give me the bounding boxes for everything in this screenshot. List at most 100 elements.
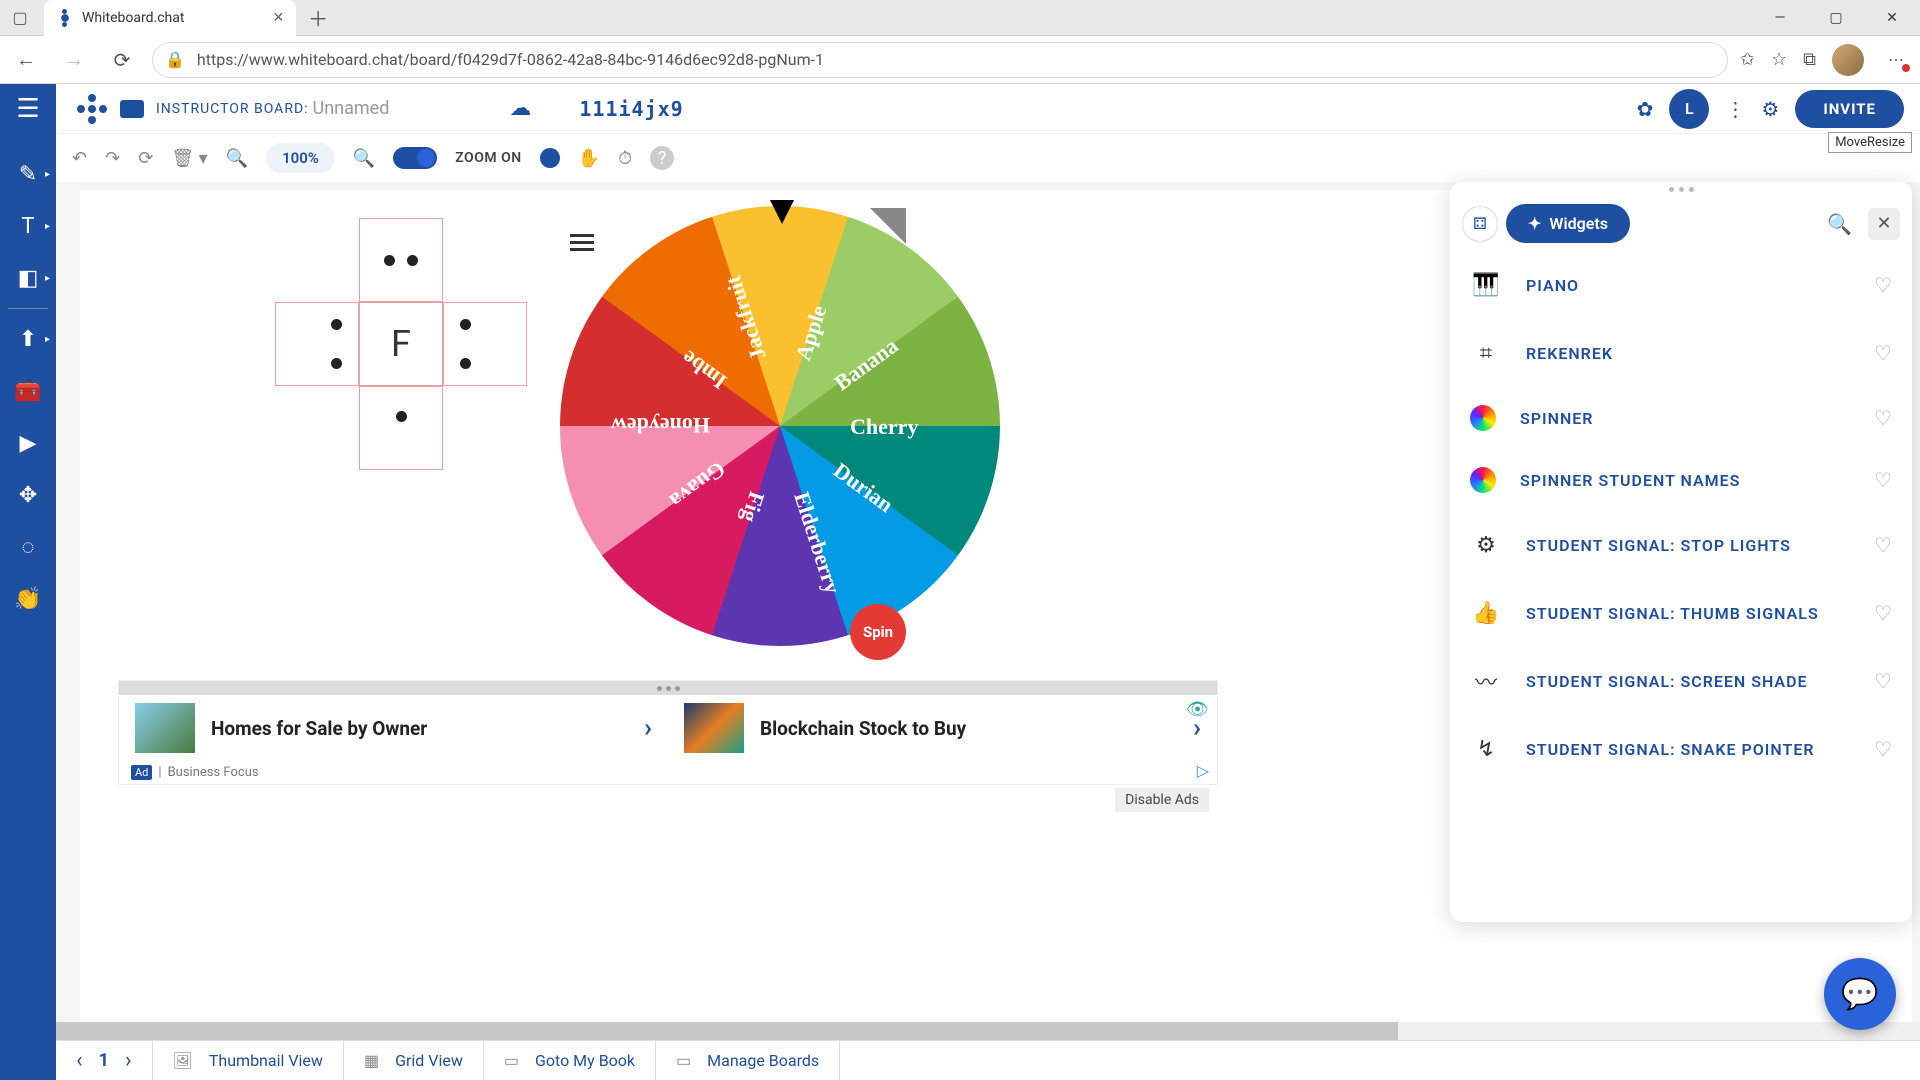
favorite-icon[interactable]: ♡	[1874, 737, 1892, 761]
close-window-icon[interactable]: ✕	[1864, 0, 1920, 36]
widget-item[interactable]: ↯STUDENT SIGNAL: SNAKE POINTER♡	[1450, 715, 1912, 783]
prev-page-icon[interactable]: ‹	[76, 1048, 83, 1073]
pan-hand-icon[interactable]: ✋	[578, 148, 600, 169]
new-tab-button[interactable]: ＋	[308, 3, 328, 32]
favorite-icon[interactable]: ♡	[1874, 468, 1892, 492]
refresh-icon[interactable]: ⟳	[138, 148, 153, 169]
reload-button[interactable]: ⟳	[104, 42, 140, 78]
pen-tool-icon[interactable]: ✎	[4, 150, 52, 198]
zoom-toggle[interactable]	[393, 147, 437, 169]
ad-title: Blockchain Stock to Buy	[760, 717, 966, 740]
chat-fab-icon[interactable]: 💬	[1824, 958, 1896, 1030]
browser-menu-icon[interactable]: ⋯	[1880, 44, 1912, 76]
lasso-icon[interactable]: ◌	[4, 523, 52, 571]
goto-book-button[interactable]: ▭Goto My Book	[484, 1041, 656, 1080]
text-tool-icon[interactable]: T	[4, 202, 52, 250]
thumbnail-view-button[interactable]: 🖼Thumbnail View	[153, 1041, 344, 1080]
collections-icon[interactable]: ⧉	[1803, 49, 1816, 70]
color-picker-icon[interactable]	[540, 148, 560, 168]
help-icon[interactable]: ?	[650, 146, 674, 170]
favorite-icon[interactable]: ♡	[1874, 406, 1892, 430]
undo-icon[interactable]: ↶	[72, 148, 87, 169]
minimize-icon[interactable]: —	[1752, 0, 1808, 36]
favorites-icon[interactable]: ☆	[1771, 49, 1787, 70]
user-avatar[interactable]: L	[1669, 89, 1709, 129]
board-name[interactable]: Unnamed	[313, 98, 390, 119]
widget-item[interactable]: SPINNER STUDENT NAMES♡	[1450, 449, 1912, 511]
panel-drag-handle-icon[interactable]	[1450, 182, 1912, 196]
cloud-save-icon[interactable]: ☁	[509, 96, 531, 121]
tab-close-icon[interactable]: ✕	[272, 10, 284, 26]
zoom-percent[interactable]: 100%	[266, 143, 335, 173]
disable-ads-button[interactable]: Disable Ads	[1115, 788, 1209, 812]
piano-icon: 🎹	[1470, 269, 1502, 301]
widget-label: STUDENT SIGNAL: THUMB SIGNALS	[1526, 604, 1819, 623]
favorite-icon[interactable]: ♡	[1874, 273, 1892, 297]
play-icon[interactable]: ▶	[4, 419, 52, 467]
favorite-icon[interactable]: ♡	[1874, 601, 1892, 625]
gadgets-tab-icon[interactable]: ⚃	[1462, 206, 1498, 242]
next-page-icon[interactable]: ›	[125, 1048, 132, 1073]
chevron-right-icon: ›	[1193, 713, 1201, 743]
back-button[interactable]: ←	[8, 42, 44, 78]
whiteboard-icon[interactable]	[120, 100, 144, 118]
profile-avatar[interactable]	[1832, 44, 1864, 76]
spin-button[interactable]: Spin	[850, 604, 906, 660]
upload-icon[interactable]: ⬆	[4, 315, 52, 363]
zoom-in-icon[interactable]: 🔍	[353, 148, 375, 169]
search-icon[interactable]: 🔍	[1827, 212, 1852, 236]
close-panel-icon[interactable]: ✕	[1868, 208, 1900, 240]
resize-handle-icon[interactable]	[870, 208, 906, 244]
spinner-wheel[interactable]: AppleBananaCherryDurianElderberryFigGuav…	[560, 206, 1000, 646]
move-resize-button[interactable]: MoveResize	[1828, 132, 1912, 153]
kebab-menu-icon[interactable]: ⋮	[1725, 97, 1745, 121]
boards-icon: ▭	[676, 1051, 691, 1070]
spinner-slice-label: Fig	[736, 488, 770, 525]
manage-boards-button[interactable]: ▭Manage Boards	[656, 1041, 840, 1080]
toolbox-icon[interactable]: 🧰	[4, 367, 52, 415]
gear-icon[interactable]: ⚙	[1761, 97, 1779, 121]
trash-icon[interactable]: 🗑 ▾	[171, 148, 207, 169]
widget-label: STUDENT SIGNAL: SCREEN SHADE	[1526, 672, 1808, 691]
horizontal-scrollbar[interactable]	[56, 1022, 1920, 1040]
spinner-menu-icon[interactable]	[570, 234, 594, 251]
widgets-panel: ⚃ ✦ Widgets 🔍 ✕ 🎹PIANO♡⌗REKENREK♡SPINNER…	[1450, 182, 1912, 922]
eraser-tool-icon[interactable]: ◧	[4, 254, 52, 302]
star-plus-icon[interactable]: ✩	[1740, 49, 1755, 70]
zoom-out-icon[interactable]: 🔍	[226, 148, 248, 169]
ad-card-1[interactable]: Homes for Sale by Owner ›	[119, 695, 668, 761]
widget-item[interactable]: 🎹PIANO♡	[1450, 251, 1912, 319]
timer-icon[interactable]: ⏱	[618, 148, 632, 169]
browser-tab[interactable]: Whiteboard.chat ✕	[44, 0, 296, 36]
ad-card-2[interactable]: Blockchain Stock to Buy ›	[668, 695, 1217, 761]
widget-item[interactable]: 👍STUDENT SIGNAL: THUMB SIGNALS♡	[1450, 579, 1912, 647]
flower-icon[interactable]: ✿	[1637, 97, 1654, 121]
ad-play-icon[interactable]: ▷	[1197, 761, 1209, 780]
widget-item[interactable]: SPINNER♡	[1450, 387, 1912, 449]
app-logo-icon[interactable]	[72, 89, 112, 129]
dice-widget[interactable]: F	[275, 218, 527, 470]
panel-toggle-icon[interactable]: ▢	[0, 0, 40, 36]
clap-icon[interactable]: 👏	[4, 575, 52, 623]
url-input[interactable]: 🔒 https://www.whiteboard.chat/board/f042…	[152, 42, 1728, 78]
widgets-tab[interactable]: ✦ Widgets	[1506, 204, 1630, 243]
zoom-label: ZOOM ON	[455, 150, 521, 166]
grid-view-button[interactable]: ▦Grid View	[344, 1041, 484, 1080]
widget-list: 🎹PIANO♡⌗REKENREK♡SPINNER♡SPINNER STUDENT…	[1450, 251, 1912, 922]
favorite-icon[interactable]: ♡	[1874, 341, 1892, 365]
move-icon[interactable]: ✥	[4, 471, 52, 519]
redo-icon[interactable]: ↷	[105, 148, 120, 169]
widget-item[interactable]: ⌗REKENREK♡	[1450, 319, 1912, 387]
lock-icon: 🔒	[165, 50, 185, 69]
favorite-icon[interactable]: ♡	[1874, 669, 1892, 693]
favorite-icon[interactable]: ♡	[1874, 533, 1892, 557]
main-menu-icon[interactable]: ☰	[0, 84, 56, 134]
drag-handle-icon[interactable]	[119, 681, 1217, 695]
widget-item[interactable]: 〰STUDENT SIGNAL: SCREEN SHADE♡	[1450, 647, 1912, 715]
abacus-icon: ⌗	[1470, 337, 1502, 369]
invite-button[interactable]: INVITE	[1795, 90, 1904, 128]
maximize-icon[interactable]: ▢	[1808, 0, 1864, 36]
spinner-widget[interactable]: AppleBananaCherryDurianElderberryFigGuav…	[560, 206, 1000, 646]
widget-item[interactable]: ⚙STUDENT SIGNAL: STOP LIGHTS♡	[1450, 511, 1912, 579]
widget-label: STUDENT SIGNAL: SNAKE POINTER	[1526, 740, 1815, 759]
